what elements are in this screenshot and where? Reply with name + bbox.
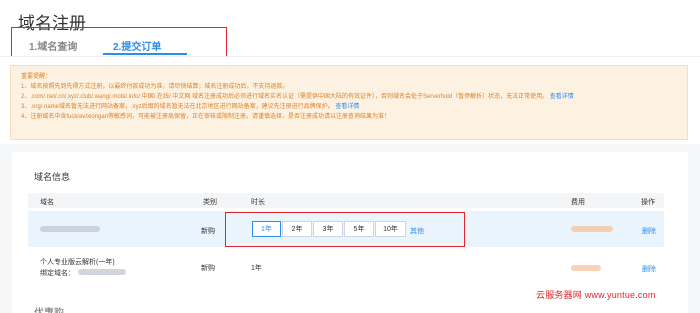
duration-other-link[interactable]: 其他 [410, 226, 424, 236]
row1-delete-link[interactable]: 删除 [642, 226, 656, 236]
row2-type: 新购 [201, 265, 215, 272]
row2-bound-domain-redacted [78, 269, 126, 275]
notice-item-3: 3、.org/.name域名暂无法进行网站备案，.xyz后缀的域名暂无法在北京地… [21, 102, 677, 112]
col-header-domain: 域名 [40, 199, 54, 206]
notice-item-2-link[interactable]: 查看详情 [550, 94, 574, 100]
row2-product-name: 个人专业版云解析(一年) [40, 259, 115, 266]
duration-1y-button[interactable]: 1年 [252, 221, 281, 237]
order-steps-tabs: 1.域名查询 2.提交订单 [11, 27, 227, 57]
row1-type: 新购 [201, 228, 215, 235]
col-header-type: 类别 [203, 199, 217, 206]
col-header-action: 操作 [641, 199, 655, 206]
duration-10y-button[interactable]: 10年 [375, 221, 406, 237]
notice-item-3-link[interactable]: 查看详情 [335, 104, 359, 110]
duration-5y-button[interactable]: 5年 [344, 221, 374, 237]
next-section-title: 优惠购买 [34, 304, 70, 313]
tabs-divider [0, 56, 700, 57]
row2-duration: 1年 [251, 265, 262, 272]
site-watermark: 云服务器网 www.yuntue.com [536, 290, 656, 300]
domain-name-redacted [40, 226, 100, 232]
section-title-domain-info: 域名信息 [34, 172, 71, 182]
row1-cost-redacted [571, 226, 613, 232]
col-header-duration: 时长 [251, 199, 265, 206]
row2-delete-link[interactable]: 删除 [642, 264, 656, 274]
notice-item-2: 2、.com/.net/.cn/.xyz/.club/.wang/.mobi/.… [21, 92, 677, 102]
notice-item-2-text: 2、.com/.net/.cn/.xyz/.club/.wang/.mobi/.… [21, 94, 549, 100]
duration-2y-button[interactable]: 2年 [282, 221, 312, 237]
notice-item-1: 1、域名按照先到先得方式注册，以最终付款成功为准，请尽快结算；域名注册成功后，不… [21, 84, 289, 90]
notice-item-4: 4、注册域名中含fuck/av/xiongan等敏感词，可能被注册局保留，正在审… [21, 114, 391, 120]
notice-item-3-text: 3、.org/.name域名暂无法进行网站备案，.xyz后缀的域名暂无法在北京地… [21, 104, 334, 110]
notice-heading: 重要提醒： [21, 74, 52, 80]
duration-3y-button[interactable]: 3年 [313, 221, 343, 237]
tab-domain-search[interactable]: 1.域名查询 [29, 38, 77, 53]
col-header-cost: 费用 [571, 199, 585, 206]
row2-bind-label: 绑定域名： [40, 270, 75, 277]
tab-submit-order[interactable]: 2.提交订单 [113, 38, 161, 53]
table-header-row [28, 193, 664, 208]
active-tab-indicator [103, 53, 187, 55]
important-notice: 重要提醒： 1、域名按照先到先得方式注册，以最终付款成功为准，请尽快结算；域名注… [10, 65, 688, 140]
row2-cost-redacted [571, 265, 601, 271]
